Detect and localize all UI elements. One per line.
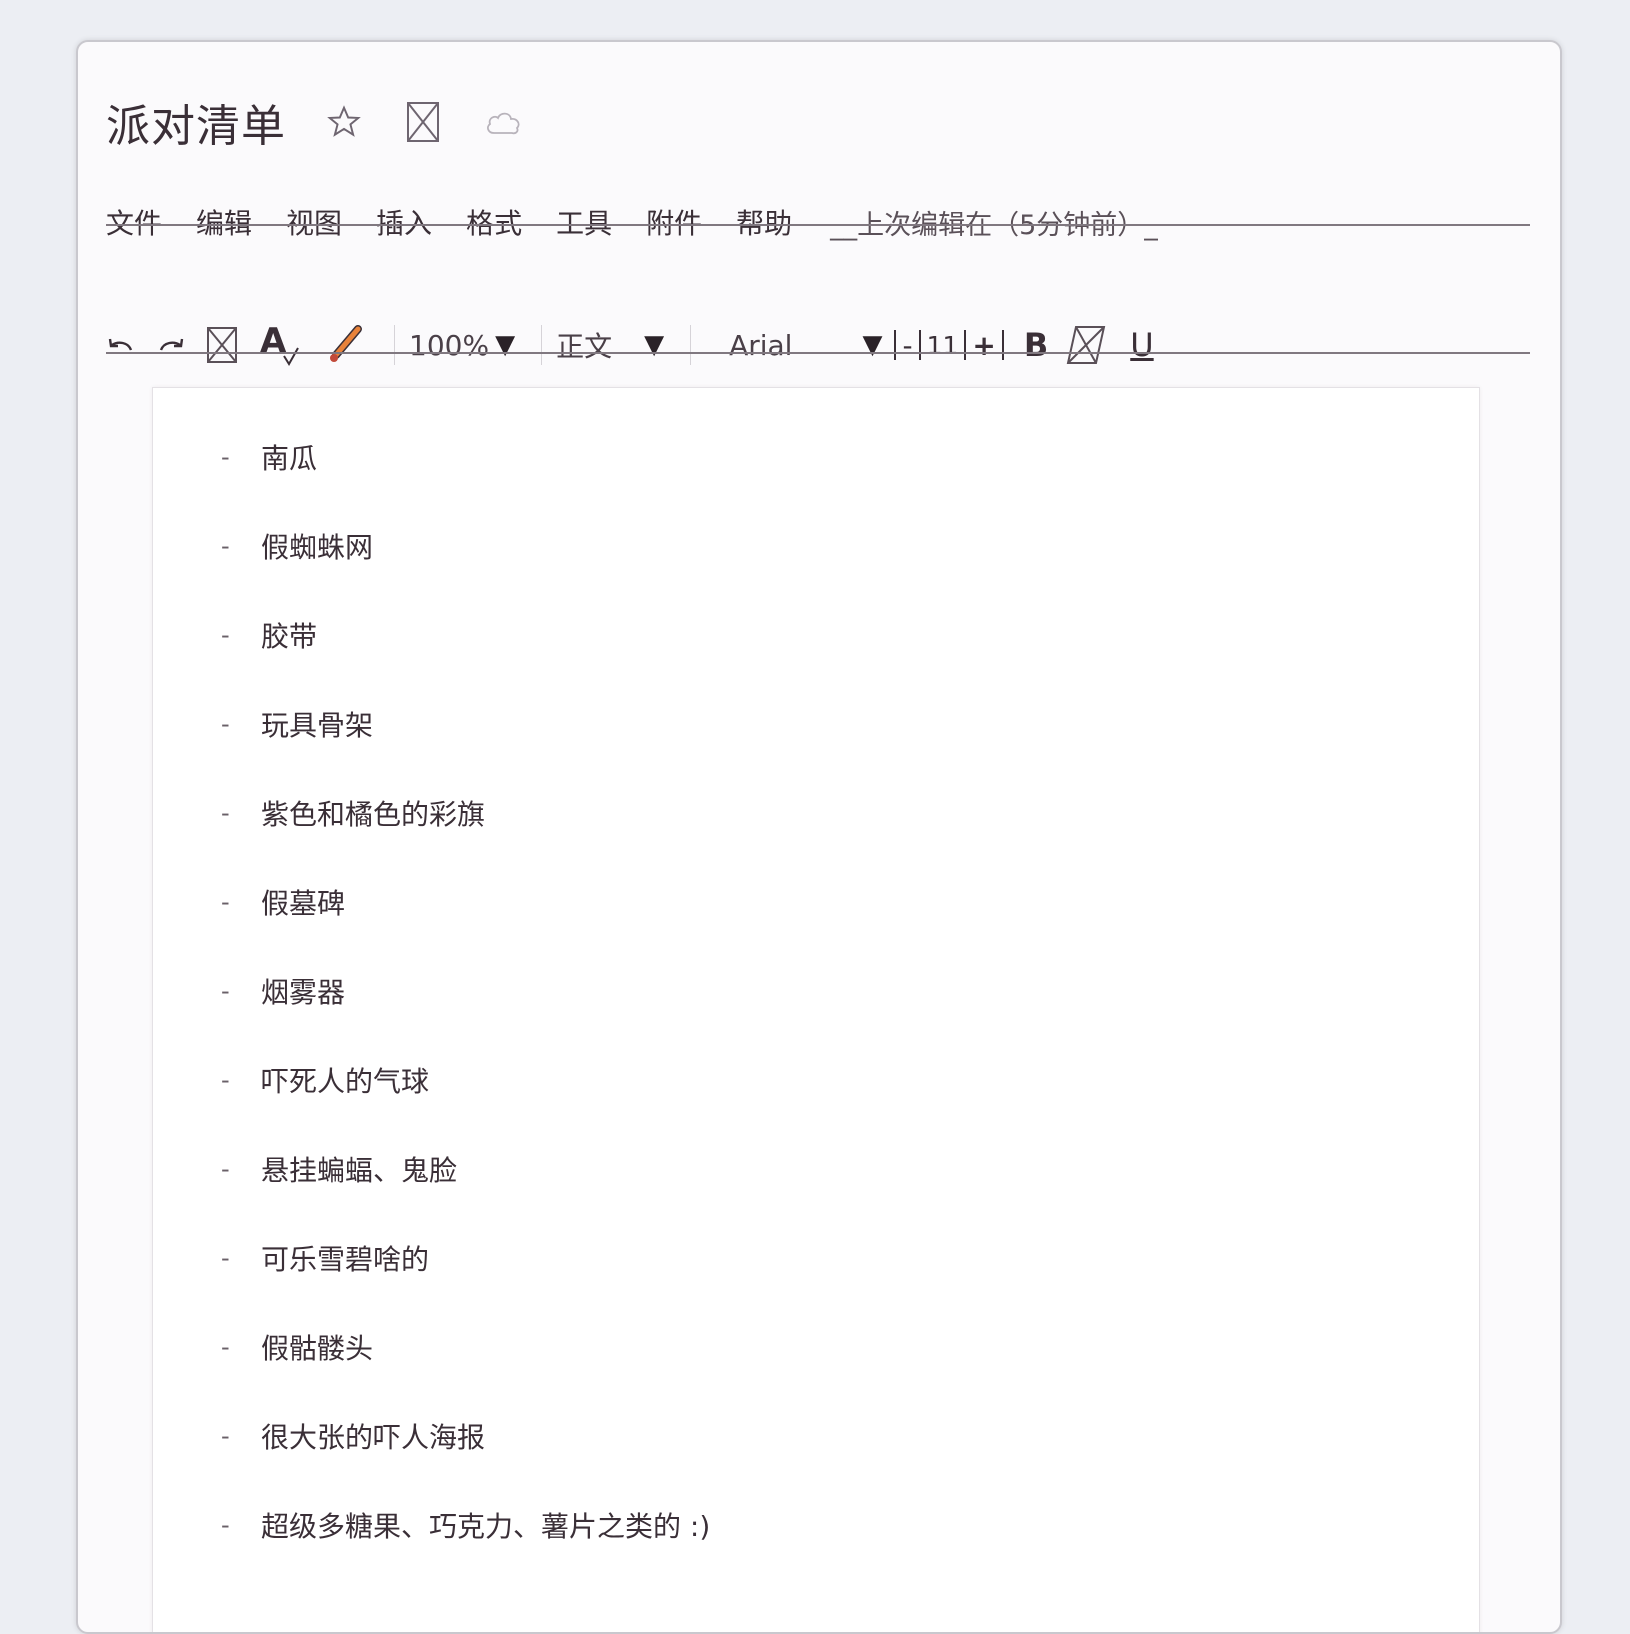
menu-edit[interactable]: 编辑 bbox=[196, 202, 252, 242]
list-item[interactable]: - 假墓碑 bbox=[221, 857, 710, 946]
font-value: Arial bbox=[729, 328, 793, 362]
toolbar-separator bbox=[541, 325, 543, 365]
list-item-text: 南瓜 bbox=[261, 441, 318, 475]
menu-divider bbox=[106, 224, 1530, 226]
chevron-down-icon: ▼ bbox=[644, 330, 665, 360]
underline-button[interactable]: U bbox=[1130, 326, 1153, 364]
list-bullet: - bbox=[221, 887, 230, 916]
menu-view[interactable]: 视图 bbox=[286, 202, 342, 242]
list-item[interactable]: - 假蜘蛛网 bbox=[221, 501, 710, 590]
list-item[interactable]: - 悬挂蝙蝠、鬼脸 bbox=[221, 1124, 710, 1213]
document-page[interactable]: - 南瓜 - 假蜘蛛网 - 胶带 - 玩具骨架 - 紫色和橘色的彩旗 - 假墓碑 - 烟雾器 … bbox=[152, 387, 1480, 1632]
menu-attachments[interactable]: 附件 bbox=[646, 202, 702, 242]
list-item-text: 可乐雪碧啥的 bbox=[261, 1242, 430, 1276]
menu-file[interactable]: 文件 bbox=[106, 202, 162, 242]
bold-button[interactable]: B bbox=[1024, 326, 1048, 364]
style-value: 正文 bbox=[556, 330, 613, 363]
list-item-text: 玩具骨架 bbox=[261, 708, 374, 742]
size-divider bbox=[894, 330, 897, 360]
spellcheck-icon[interactable]: A bbox=[258, 320, 304, 370]
list-bullet: - bbox=[221, 1065, 230, 1094]
list-item[interactable]: - 胶带 bbox=[221, 590, 710, 679]
paint-format-icon[interactable] bbox=[324, 323, 368, 367]
list-item[interactable]: - 超级多糖果、巧克力、薯片之类的 :) bbox=[221, 1480, 710, 1569]
toolbar-divider bbox=[106, 352, 1530, 354]
menu-bar: 文件 编辑 视图 插入 格式 工具 附件 帮助 __上次编辑在（5分钟前）_ bbox=[106, 202, 1158, 242]
print-icon[interactable] bbox=[206, 326, 238, 364]
last-edit-status[interactable]: __上次编辑在（5分钟前）_ bbox=[830, 203, 1158, 242]
list-item-text: 假蜘蛛网 bbox=[261, 530, 374, 564]
list-item[interactable]: - 吓死人的气球 bbox=[221, 1035, 710, 1124]
list-item[interactable]: - 假骷髅头 bbox=[221, 1302, 710, 1391]
size-divider bbox=[964, 330, 967, 360]
move-to-folder-icon[interactable] bbox=[406, 101, 440, 143]
list-item-text: 很大张的吓人海报 bbox=[261, 1420, 486, 1454]
size-divider bbox=[1001, 330, 1004, 360]
menu-format[interactable]: 格式 bbox=[466, 202, 522, 242]
list-item-text: 胶带 bbox=[261, 619, 318, 653]
cloud-saved-icon[interactable] bbox=[484, 107, 524, 137]
list-bullet: - bbox=[221, 798, 230, 827]
list-item[interactable]: - 南瓜 bbox=[221, 412, 710, 501]
list-bullet: - bbox=[221, 976, 230, 1005]
menu-insert[interactable]: 插入 bbox=[376, 202, 432, 242]
list-item[interactable]: - 紫色和橘色的彩旗 bbox=[221, 768, 710, 857]
list-bullet: - bbox=[221, 620, 230, 649]
toolbar-separator bbox=[394, 325, 395, 365]
list-bullet: - bbox=[221, 1332, 230, 1361]
size-divider bbox=[918, 330, 921, 360]
menu-tools[interactable]: 工具 bbox=[556, 202, 612, 242]
svg-text:A: A bbox=[260, 321, 287, 361]
list-item[interactable]: - 可乐雪碧啥的 bbox=[221, 1213, 710, 1302]
style-select[interactable]: 正文 ▼ bbox=[556, 325, 664, 365]
list-item-text: 假骷髅头 bbox=[261, 1331, 374, 1365]
chevron-down-icon: ▼ bbox=[862, 330, 883, 360]
menu-help[interactable]: 帮助 bbox=[736, 202, 792, 242]
toolbar-separator bbox=[690, 325, 692, 365]
list-bullet: - bbox=[221, 531, 230, 560]
font-size-control: - 11 + bbox=[888, 329, 1009, 362]
list-item-text: 吓死人的气球 bbox=[261, 1064, 430, 1098]
document-window: 派对清单 文件 编辑 视图 插入 格式 工具 附件 帮助 __上次编辑在（5分钟… bbox=[76, 40, 1562, 1634]
list-item[interactable]: - 烟雾器 bbox=[221, 946, 710, 1035]
list-bullet: - bbox=[221, 1243, 230, 1272]
list-bullet: - bbox=[221, 709, 230, 738]
toolbar: A 100% ▼ 正文 ▼ Arial ▼ - 11 + B U bbox=[106, 314, 1168, 376]
star-icon[interactable] bbox=[326, 104, 362, 140]
font-size-value[interactable]: 11 bbox=[927, 331, 959, 360]
font-select[interactable]: Arial ▼ bbox=[729, 329, 882, 362]
list-bullet: - bbox=[221, 1154, 230, 1183]
italic-icon[interactable] bbox=[1066, 325, 1106, 365]
list-item-text: 假墓碑 bbox=[261, 886, 346, 920]
list-item-text: 紫色和橘色的彩旗 bbox=[261, 797, 486, 831]
list-item-text: 悬挂蝙蝠、鬼脸 bbox=[261, 1153, 458, 1187]
zoom-select[interactable]: 100% ▼ bbox=[409, 329, 515, 362]
list-item-text: 超级多糖果、巧克力、薯片之类的 :) bbox=[261, 1509, 711, 1543]
zoom-value: 100% bbox=[409, 328, 490, 362]
increase-font-size-button[interactable]: + bbox=[972, 329, 995, 362]
decrease-font-size-button[interactable]: - bbox=[902, 329, 912, 362]
list-item-text: 烟雾器 bbox=[261, 975, 346, 1009]
list-item[interactable]: - 很大张的吓人海报 bbox=[221, 1391, 710, 1480]
list-bullet: - bbox=[221, 442, 230, 471]
party-list: - 南瓜 - 假蜘蛛网 - 胶带 - 玩具骨架 - 紫色和橘色的彩旗 - 假墓碑 - 烟雾器 … bbox=[221, 412, 710, 1569]
chevron-down-icon: ▼ bbox=[495, 330, 516, 360]
list-bullet: - bbox=[221, 1421, 230, 1450]
list-bullet: - bbox=[221, 1510, 230, 1539]
list-item[interactable]: - 玩具骨架 bbox=[221, 679, 710, 768]
document-title[interactable]: 派对清单 bbox=[106, 90, 286, 154]
title-row: 派对清单 bbox=[106, 94, 568, 152]
